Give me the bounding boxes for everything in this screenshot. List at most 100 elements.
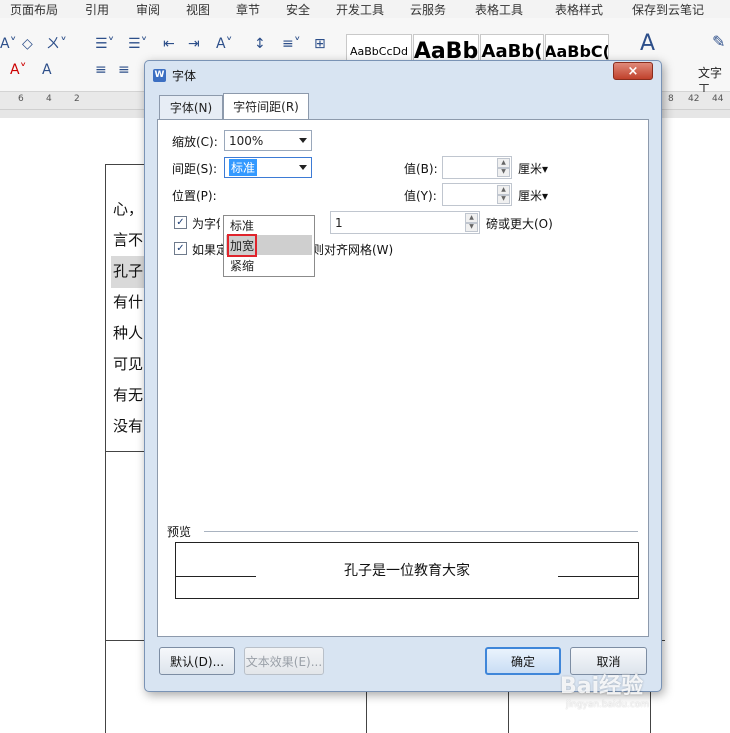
increase-indent-icon[interactable]: ⇥ <box>188 36 200 52</box>
preview-label: 预览 <box>167 525 192 539</box>
pinyin-icon[interactable]: ㄨ˅ <box>46 36 67 52</box>
sort-icon[interactable]: ↕ <box>254 36 266 52</box>
kerning-checkbox[interactable]: ✓ <box>174 216 187 229</box>
ruler-label: 4 <box>46 94 52 104</box>
spin-up-icon[interactable]: ▲ <box>497 158 510 168</box>
decrease-indent-icon[interactable]: ⇤ <box>163 36 175 52</box>
kerning-spinner[interactable]: 1 ▲ ▼ <box>330 211 480 234</box>
ruler-label: 8 <box>668 94 674 104</box>
tab-font[interactable]: 字体(N) <box>159 95 223 119</box>
ruler-label: 2 <box>74 94 80 104</box>
grid-align-checkbox[interactable]: ✓ <box>174 242 187 255</box>
spacing-value: 标准 <box>229 159 258 176</box>
ruler-label: 42 <box>688 94 700 104</box>
scale-label: 缩放(C): <box>172 135 218 149</box>
table-border <box>650 692 651 733</box>
value-y-spinner[interactable]: ▲ ▼ <box>442 183 512 206</box>
baidu-jingyan-watermark: Bai经验 <box>560 674 644 699</box>
unit-cm-text: 厘米 <box>518 162 543 176</box>
doc-text-line: 没有 <box>113 417 144 435</box>
numbered-list-icon[interactable]: ☰˅ <box>128 36 148 52</box>
tab-character-spacing[interactable]: 字符间距(R) <box>223 93 309 119</box>
dropdown-option-condensed[interactable]: 紧缩 <box>226 255 312 275</box>
caret-down-icon: ▾ <box>542 189 549 203</box>
text-effect-button[interactable]: 文本效果(E)... <box>244 647 324 675</box>
table-border-icon[interactable]: ⊞ <box>314 36 326 52</box>
scale-value: 100% <box>229 133 264 148</box>
ruler-label: 44 <box>712 94 724 104</box>
doc-text-line: 有无 <box>113 386 144 404</box>
caret-down-icon: ▾ <box>542 162 549 176</box>
font-size-icon[interactable]: A˅ <box>0 36 17 52</box>
menu-cloud-services[interactable]: 云服务 <box>410 1 446 18</box>
font-color-icon[interactable]: A˅ <box>10 62 27 78</box>
unit-cm-text: 厘米 <box>518 189 543 203</box>
default-button[interactable]: 默认(D)... <box>159 647 235 675</box>
menu-bar: 页面布局 引用 审阅 视图 章节 安全 开发工具 云服务 表格工具 表格样式 保… <box>0 0 730 18</box>
menu-page-layout[interactable]: 页面布局 <box>10 1 58 18</box>
wrench-icon[interactable]: ✎ <box>712 34 725 50</box>
menu-review[interactable]: 审阅 <box>136 1 160 18</box>
bullet-list-icon[interactable]: ☰˅ <box>95 36 115 52</box>
table-border <box>366 692 367 733</box>
doc-text-line: 可见 <box>113 355 144 373</box>
kerning-suffix: 磅或更大(O) <box>486 217 553 231</box>
dialog-title: 字体 <box>172 68 197 83</box>
wps-app-icon: W <box>153 68 166 82</box>
dropdown-option-standard[interactable]: 标准 <box>226 215 312 235</box>
dialog-titlebar[interactable]: W 字体 <box>153 65 196 85</box>
menu-table-styles[interactable]: 表格样式 <box>555 1 603 18</box>
preview-text: 孔子是一位教育大家 <box>344 563 470 579</box>
scale-select[interactable]: 100% <box>224 130 312 151</box>
spin-down-icon[interactable]: ▼ <box>497 194 510 204</box>
position-label: 位置(P): <box>172 189 217 203</box>
value-b-label: 值(B): <box>404 162 438 176</box>
value-y-label: 值(Y): <box>404 189 437 203</box>
table-border <box>105 164 106 733</box>
preview-box: 孔子是一位教育大家 <box>175 542 639 599</box>
dropdown-option-expanded[interactable]: 加宽 <box>226 233 312 257</box>
preview-divider <box>204 531 638 532</box>
doc-text-line: 孔子 <box>113 262 144 280</box>
text-direction-icon[interactable]: A˅ <box>216 36 233 52</box>
ok-button[interactable]: 确定 <box>485 647 561 675</box>
chevron-down-icon <box>299 165 307 170</box>
doc-text-line: 有什 <box>113 293 144 311</box>
char-shading-icon[interactable]: A <box>42 62 52 78</box>
spin-down-icon[interactable]: ▼ <box>465 222 478 232</box>
spacing-select[interactable]: 标准 <box>224 157 312 178</box>
menu-save-to-cloud-notes[interactable]: 保存到云笔记 <box>632 1 704 18</box>
option-label: 标准 <box>230 218 255 233</box>
character-spacing-panel: 缩放(C): 100% 间距(S): 标准 位置(P): 值(B): ▲ ▼ 厘米… <box>157 119 649 637</box>
doc-text-line: 言不 <box>113 231 144 249</box>
option-label: 加宽 <box>226 233 258 257</box>
menu-view[interactable]: 视图 <box>186 1 210 18</box>
close-icon: × <box>627 63 639 79</box>
kerning-label: 为字体调整字间距 <box>192 217 220 231</box>
unit-cm-b[interactable]: 厘米▾ <box>518 160 548 177</box>
spin-up-icon[interactable]: ▲ <box>497 185 510 195</box>
font-dialog: W 字体 × 字体(N) 字符间距(R) 缩放(C): 100% 间距(S): … <box>144 60 662 692</box>
eraser-icon[interactable]: ◇ <box>22 36 33 52</box>
new-style-icon[interactable]: A <box>640 33 655 55</box>
close-button[interactable]: × <box>613 62 653 80</box>
menu-references[interactable]: 引用 <box>85 1 109 18</box>
table-border <box>508 692 509 733</box>
checkmark-icon: ✓ <box>176 217 185 228</box>
menu-developer-tools[interactable]: 开发工具 <box>336 1 384 18</box>
spin-down-icon[interactable]: ▼ <box>497 167 510 177</box>
spacing-label: 间距(S): <box>172 162 218 176</box>
menu-section[interactable]: 章节 <box>236 1 260 18</box>
value-b-spinner[interactable]: ▲ ▼ <box>442 156 512 179</box>
doc-text-line: 心， <box>113 200 144 218</box>
spin-up-icon[interactable]: ▲ <box>465 213 478 223</box>
align-center-icon[interactable]: ≡ <box>118 62 130 78</box>
align-left-icon[interactable]: ≡ <box>95 62 107 78</box>
doc-text-line: 种人 <box>113 324 144 342</box>
kerning-value: 1 <box>335 215 343 230</box>
chevron-down-icon <box>299 138 307 143</box>
line-spacing-icon[interactable]: ≡˅ <box>282 36 301 52</box>
menu-table-tools[interactable]: 表格工具 <box>475 1 523 18</box>
menu-security[interactable]: 安全 <box>286 1 310 18</box>
unit-cm-y[interactable]: 厘米▾ <box>518 187 548 204</box>
